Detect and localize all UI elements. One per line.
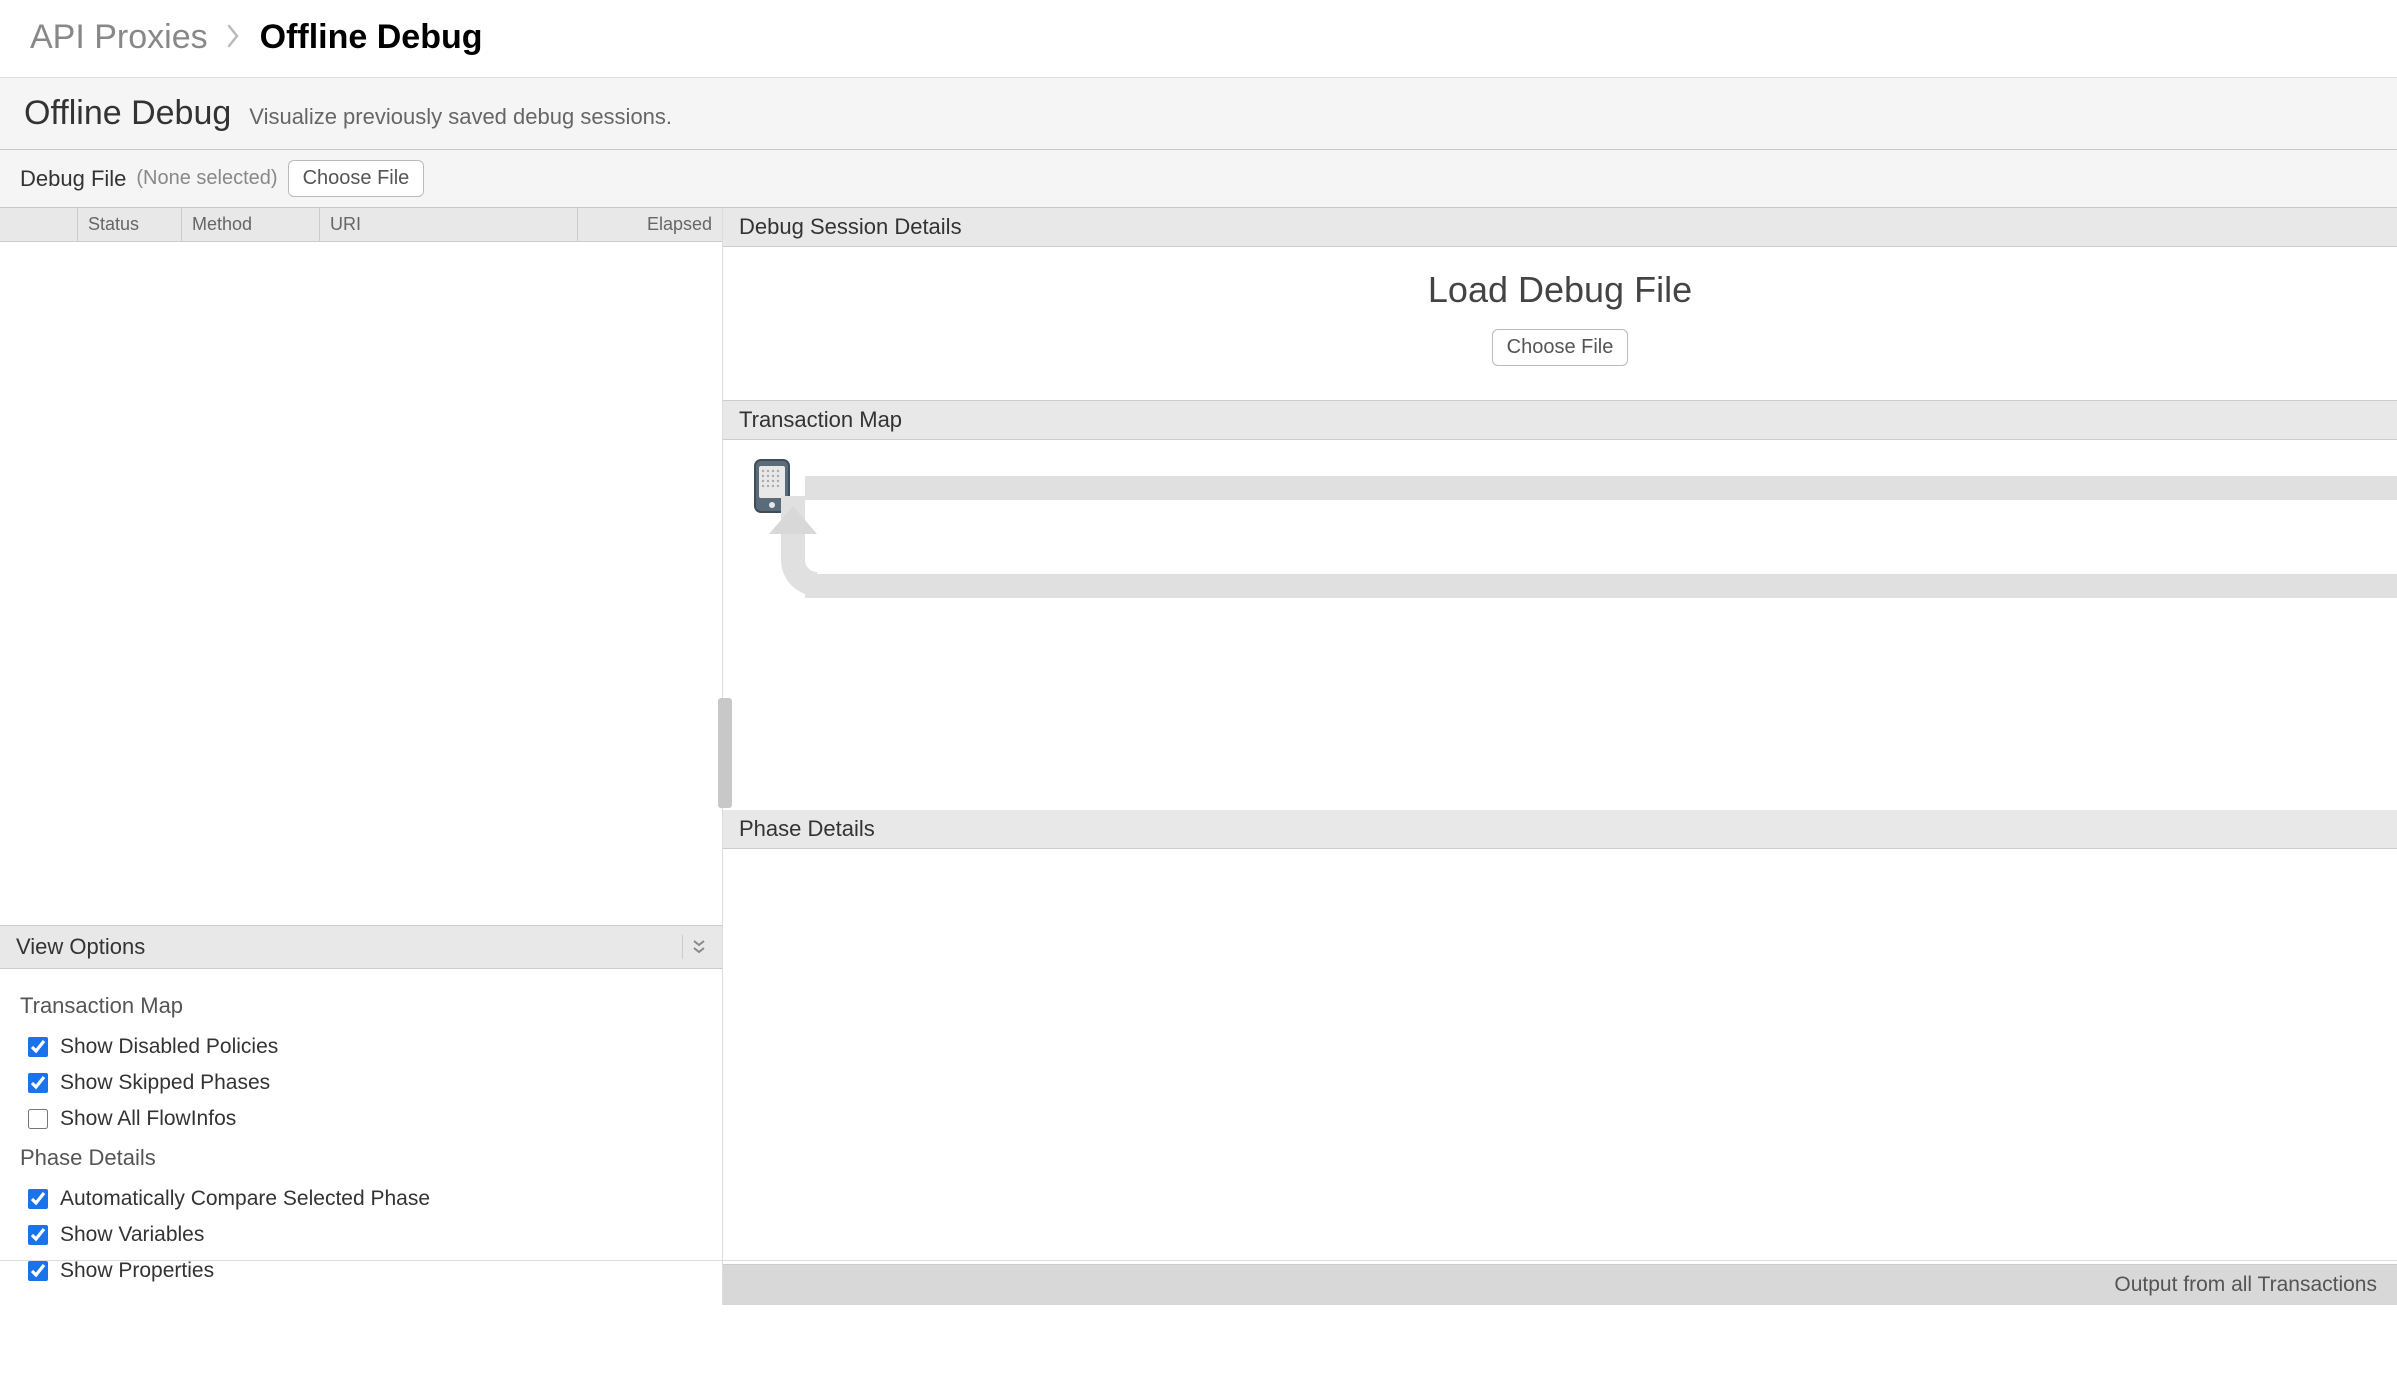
- page-subtitle: Visualize previously saved debug session…: [249, 104, 672, 130]
- table-col-elapsed: Elapsed: [578, 208, 722, 241]
- phase-details-group-title: Phase Details: [20, 1145, 702, 1171]
- checkbox-show-properties[interactable]: [28, 1261, 48, 1281]
- phase-details-body: [723, 849, 2397, 1305]
- chevron-right-icon: [226, 23, 242, 52]
- label-show-properties[interactable]: Show Properties: [60, 1259, 214, 1283]
- transaction-map-group-title: Transaction Map: [20, 993, 702, 1019]
- bottom-border: [0, 1260, 2397, 1261]
- checkbox-auto-compare[interactable]: [28, 1189, 48, 1209]
- label-show-skipped-phases[interactable]: Show Skipped Phases: [60, 1071, 270, 1095]
- label-show-variables[interactable]: Show Variables: [60, 1223, 204, 1247]
- page-header: Offline Debug Visualize previously saved…: [0, 77, 2397, 150]
- option-show-skipped-phases[interactable]: Show Skipped Phases: [20, 1065, 702, 1101]
- flow-arrow-icon: [769, 506, 817, 534]
- breadcrumb-current: Offline Debug: [260, 18, 483, 57]
- option-show-all-flowinfos[interactable]: Show All FlowInfos: [20, 1101, 702, 1137]
- transaction-map-header: Transaction Map: [723, 401, 2397, 440]
- breadcrumb: API Proxies Offline Debug: [0, 0, 2397, 77]
- debug-file-row: Debug File (None selected) Choose File: [0, 150, 2397, 208]
- table-col-blank: [0, 208, 78, 241]
- choose-file-button-main[interactable]: Choose File: [1492, 329, 1629, 366]
- debug-file-label: Debug File: [20, 166, 126, 192]
- footer-output-bar: Output from all Transactions: [723, 1264, 2397, 1305]
- breadcrumb-parent[interactable]: API Proxies: [30, 18, 208, 57]
- table-col-uri: URI: [320, 208, 578, 241]
- label-show-disabled-policies[interactable]: Show Disabled Policies: [60, 1035, 278, 1059]
- panel-splitter[interactable]: [718, 698, 732, 808]
- table-col-method: Method: [182, 208, 320, 241]
- option-show-disabled-policies[interactable]: Show Disabled Policies: [20, 1029, 702, 1065]
- flow-bar-top: [805, 476, 2397, 500]
- label-auto-compare[interactable]: Automatically Compare Selected Phase: [60, 1187, 430, 1211]
- transactions-table-body: [0, 242, 722, 925]
- collapse-icon[interactable]: [682, 935, 706, 959]
- view-options-header[interactable]: View Options: [0, 926, 722, 969]
- debug-session-details-header: Debug Session Details: [723, 208, 2397, 247]
- right-panel: Debug Session Details Load Debug File Ch…: [723, 208, 2397, 1305]
- transactions-table-header: Status Method URI Elapsed: [0, 208, 722, 242]
- checkbox-show-variables[interactable]: [28, 1225, 48, 1245]
- checkbox-show-disabled-policies[interactable]: [28, 1037, 48, 1057]
- page-title: Offline Debug: [24, 94, 231, 133]
- view-options-body: Transaction Map Show Disabled Policies S…: [0, 969, 722, 1305]
- checkbox-show-skipped-phases[interactable]: [28, 1073, 48, 1093]
- option-show-variables[interactable]: Show Variables: [20, 1217, 702, 1253]
- option-auto-compare[interactable]: Automatically Compare Selected Phase: [20, 1181, 702, 1217]
- table-col-status: Status: [78, 208, 182, 241]
- flow-bar-bottom: [805, 574, 2397, 598]
- choose-file-button[interactable]: Choose File: [288, 160, 425, 197]
- transaction-map-body: [723, 440, 2397, 660]
- debug-file-none-selected: (None selected): [136, 167, 277, 190]
- label-show-all-flowinfos[interactable]: Show All FlowInfos: [60, 1107, 236, 1131]
- left-panel: Status Method URI Elapsed View Options T…: [0, 208, 723, 1305]
- option-show-properties[interactable]: Show Properties: [20, 1253, 702, 1289]
- view-options-title: View Options: [16, 934, 145, 960]
- debug-session-body: Load Debug File Choose File: [723, 247, 2397, 401]
- footer-output-label: Output from all Transactions: [2114, 1273, 2377, 1296]
- view-options-panel: View Options Transaction Map Show Disabl…: [0, 925, 722, 1305]
- load-debug-file-title: Load Debug File: [739, 269, 2381, 311]
- checkbox-show-all-flowinfos[interactable]: [28, 1109, 48, 1129]
- phase-details-header: Phase Details: [723, 810, 2397, 849]
